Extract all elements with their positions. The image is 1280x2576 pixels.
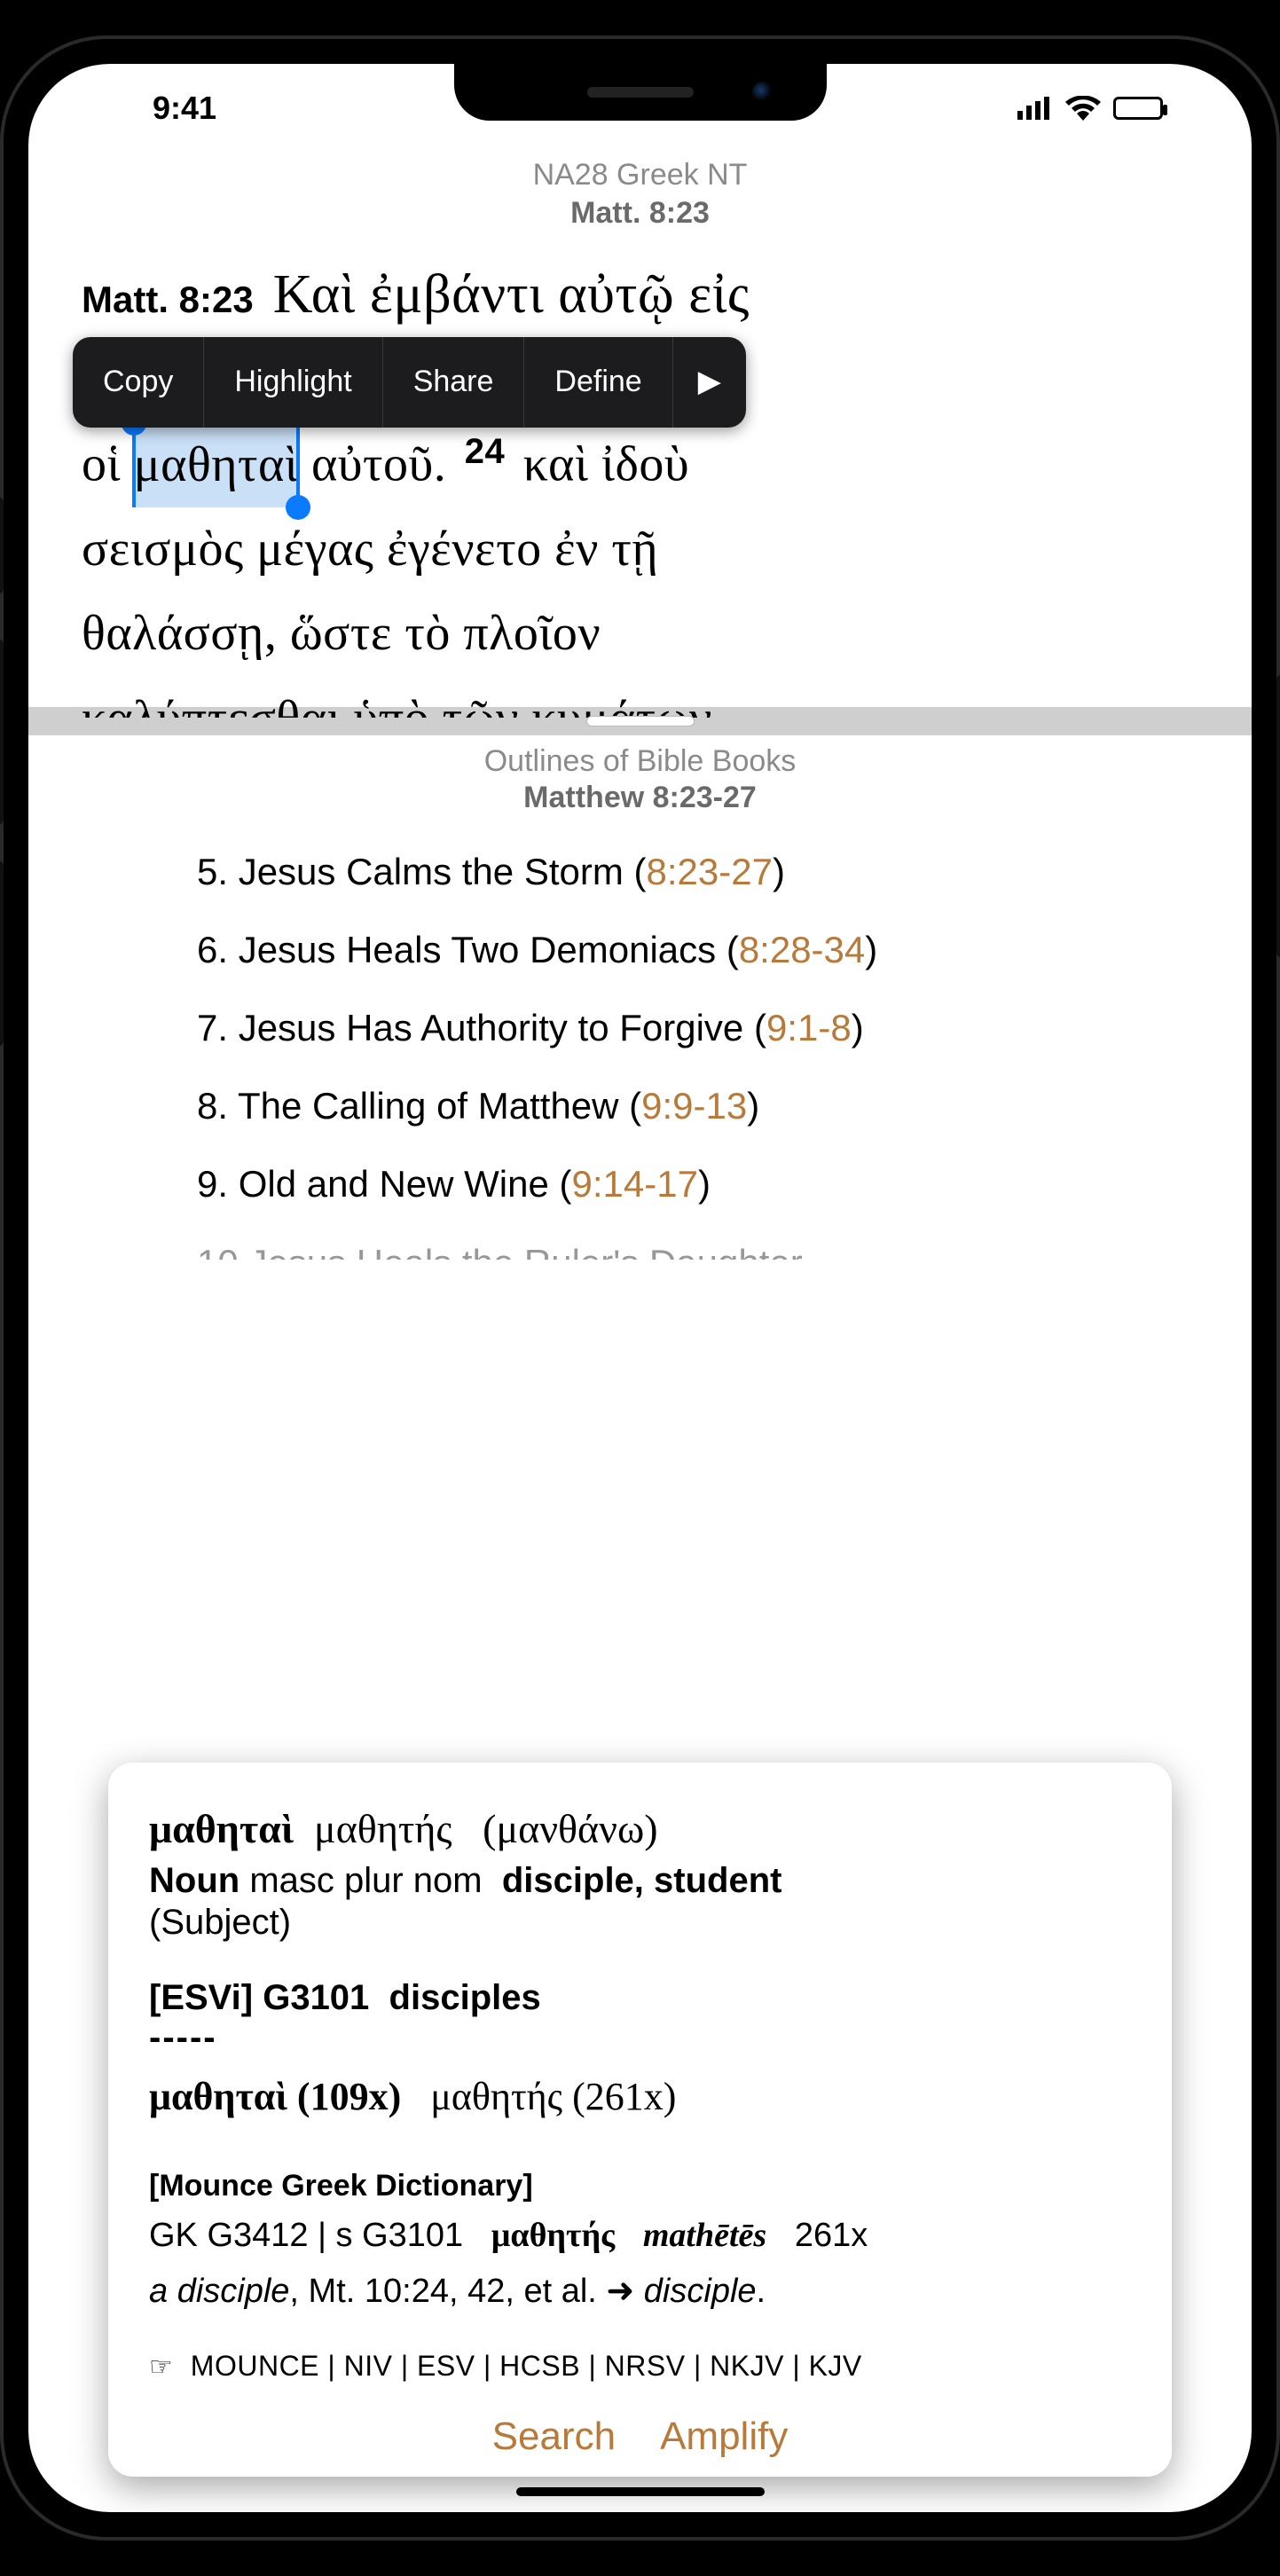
context-menu: Copy Highlight Share Define ▶ (73, 337, 746, 428)
define-button[interactable]: Define (524, 337, 672, 428)
popup-headword: μαθηταὶ μαθητής (μανθάνω) (149, 1805, 1131, 1852)
dictionary-codes: GK G3412 | s G3101 μαθητής mathētēs 261x (149, 2216, 1131, 2255)
verse-number: 24 (465, 432, 506, 471)
popup-function: (Subject) (149, 1903, 1131, 1943)
side-button (0, 497, 4, 594)
verse-text: αὐτοῦ. (298, 437, 459, 492)
verse-text-area[interactable]: Matt. 8:23 Καὶ ἐμβάντι αὐτῷ εἰς Copy Hig… (28, 231, 1252, 718)
popup-parsing: Noun masc plur nom disciple, student (149, 1861, 1131, 1901)
cellular-icon (1017, 97, 1053, 120)
grabber-handle[interactable] (587, 717, 694, 726)
outline-item[interactable]: 7. Jesus Has Authority to Forgive (9:1-8… (197, 989, 1198, 1067)
search-button[interactable]: Search (492, 2415, 616, 2459)
outline-ref[interactable]: 8:28-34 (739, 929, 865, 970)
screen: 9:41 NA28 Greek NT Matt. 8:23 Matt. 8:23… (28, 64, 1252, 2512)
phone-frame: 9:41 NA28 Greek NT Matt. 8:23 Matt. 8:23… (0, 35, 1280, 2541)
verse-text: καὶ ἰδοὺ (510, 437, 689, 492)
reference-label: Matt. 8:23 (28, 196, 1252, 231)
outline-item[interactable]: 9. Old and New Wine (9:14-17) (197, 1145, 1198, 1223)
divider: ----- (149, 2018, 1131, 2058)
outline-list[interactable]: 5. Jesus Calms the Storm (8:23-27) 6. Je… (28, 815, 1252, 1260)
outline-ref[interactable]: 9:9-13 (641, 1085, 747, 1127)
share-button[interactable]: Share (383, 337, 525, 428)
verse-line: σεισμὸς μέγας ἐγένετο ἐν τῇ (82, 507, 1198, 592)
outline-ref[interactable]: 9:1-8 (766, 1007, 852, 1048)
word-info-popup: μαθηταὶ μαθητής (μανθάνω) Noun masc plur… (108, 1763, 1172, 2477)
side-button (1276, 674, 1280, 958)
outline-ref[interactable]: 9:14-17 (572, 1163, 698, 1205)
more-button[interactable]: ▶ (673, 337, 746, 428)
popup-counts: μαθηταὶ (109x) μαθητής (261x) (149, 2074, 1131, 2119)
amplify-button[interactable]: Amplify (660, 2415, 788, 2459)
wifi-icon (1065, 96, 1101, 121)
side-button (0, 860, 4, 1047)
front-camera (752, 82, 773, 103)
speaker (587, 87, 694, 98)
outlines-title: Outlines of Bible Books (28, 744, 1252, 779)
notch (454, 64, 827, 121)
outlines-header: Outlines of Bible Books Matthew 8:23-27 (28, 735, 1252, 815)
version-links[interactable]: ☞ MOUNCE | NIV | ESV | HCSB | NRSV | NKJ… (149, 2350, 1131, 2383)
dictionary-heading: [Mounce Greek Dictionary] (149, 2169, 1131, 2203)
home-indicator[interactable] (516, 2487, 765, 2496)
verse-text: οἱ (82, 437, 134, 492)
status-icons (1017, 96, 1198, 121)
pointing-hand-icon: ☞ (149, 2352, 173, 2382)
popup-actions: Search Amplify (149, 2415, 1131, 2459)
selection-start-caret[interactable] (132, 423, 136, 507)
copy-button[interactable]: Copy (73, 337, 204, 428)
outline-item[interactable]: 6. Jesus Heals Two Demoniacs (8:28-34) (197, 911, 1198, 989)
verse-line: θαλάσσῃ, ὥστε τὸ πλοῖον (82, 592, 1198, 676)
context-menu-arrow-icon (259, 401, 298, 420)
verse-label: Matt. 8:23 (82, 279, 254, 320)
side-button (0, 639, 4, 825)
verse-line: Καὶ ἐμβάντι αὐτῷ εἰς (273, 264, 750, 325)
outline-item[interactable]: 5. Jesus Calms the Storm (8:23-27) (197, 833, 1198, 911)
status-time: 9:41 (82, 90, 216, 127)
source-label: NA28 Greek NT (28, 158, 1252, 192)
popup-interlinear: [ESVi] G3101 disciples (149, 1978, 1131, 2018)
outlines-subtitle: Matthew 8:23-27 (28, 781, 1252, 815)
outline-item[interactable]: 10 Jesus Heals the Ruler's Daughter (197, 1224, 1198, 1260)
dictionary-definition: a disciple, Mt. 10:24, 42, et al. ➜ disc… (149, 2271, 1131, 2311)
selected-word[interactable]: μαθηταὶ (134, 423, 299, 507)
outline-ref[interactable]: 8:23-27 (647, 851, 773, 892)
app-header: NA28 Greek NT Matt. 8:23 (28, 153, 1252, 231)
battery-icon (1113, 97, 1163, 120)
outline-item[interactable]: 8. The Calling of Matthew (9:9-13) (197, 1067, 1198, 1145)
